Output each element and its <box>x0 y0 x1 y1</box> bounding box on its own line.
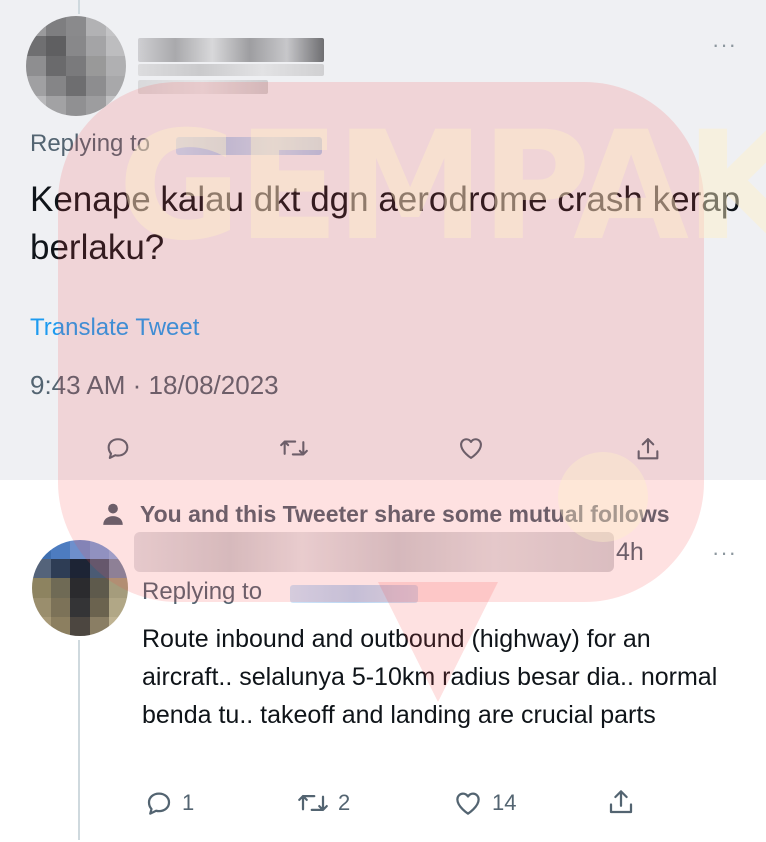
reply-replying-to-label: Replying to <box>142 578 263 605</box>
reply-like-button[interactable]: 14 <box>452 788 516 818</box>
reply-tweet-text: Route inbound and outbound (highway) for… <box>142 625 718 729</box>
share-button[interactable] <box>634 434 662 464</box>
author-name-blurred[interactable] <box>138 38 324 62</box>
replying-to-handle-blurred[interactable] <box>176 137 322 155</box>
share-icon <box>637 438 659 460</box>
more-icon[interactable]: ··· <box>712 34 737 56</box>
retweet-icon <box>298 795 328 811</box>
replying-to-label: Replying to <box>30 130 151 157</box>
reply-reply-button[interactable]: 1 <box>144 788 194 818</box>
translate-tweet-link[interactable]: Translate Tweet <box>30 314 199 342</box>
reply-icon <box>147 792 171 815</box>
mutual-follows-text: You and this Tweeter share some mutual f… <box>140 500 670 527</box>
reply-retweet-button[interactable]: 2 <box>296 788 350 818</box>
author-handle-blurred-2 <box>138 80 268 94</box>
retweet-button[interactable] <box>278 434 310 462</box>
reply-count: 1 <box>182 790 195 815</box>
like-icon <box>460 438 482 459</box>
reply-icon <box>107 438 129 459</box>
like-icon <box>456 792 480 815</box>
reply-button[interactable] <box>104 434 132 462</box>
tweet-text: Kenape kalau dkt dgn aerodrome crash ker… <box>30 180 741 267</box>
author-avatar[interactable] <box>26 16 126 116</box>
thread-line <box>78 640 80 840</box>
like-button[interactable] <box>456 434 486 462</box>
share-icon <box>609 790 633 814</box>
reply-share-button[interactable] <box>606 786 636 818</box>
person-icon <box>103 503 123 525</box>
mutual-follows-notice: You and this Tweeter share some mutual f… <box>100 500 670 528</box>
like-count: 14 <box>492 790 517 815</box>
author-handle-blurred[interactable] <box>138 64 324 76</box>
reply-author-avatar[interactable] <box>32 540 128 636</box>
reply-time-ago[interactable]: 4h <box>616 538 644 567</box>
reply-more-icon[interactable]: ··· <box>712 542 737 564</box>
retweet-count: 2 <box>338 790 351 815</box>
tweet-timestamp[interactable]: 9:43 AM · 18/08/2023 <box>30 370 279 401</box>
reply-replying-to-handle-blurred[interactable] <box>290 585 418 603</box>
reply-author-name-blurred[interactable] <box>134 532 614 572</box>
thread-line-top <box>78 0 80 14</box>
retweet-icon <box>280 440 308 456</box>
